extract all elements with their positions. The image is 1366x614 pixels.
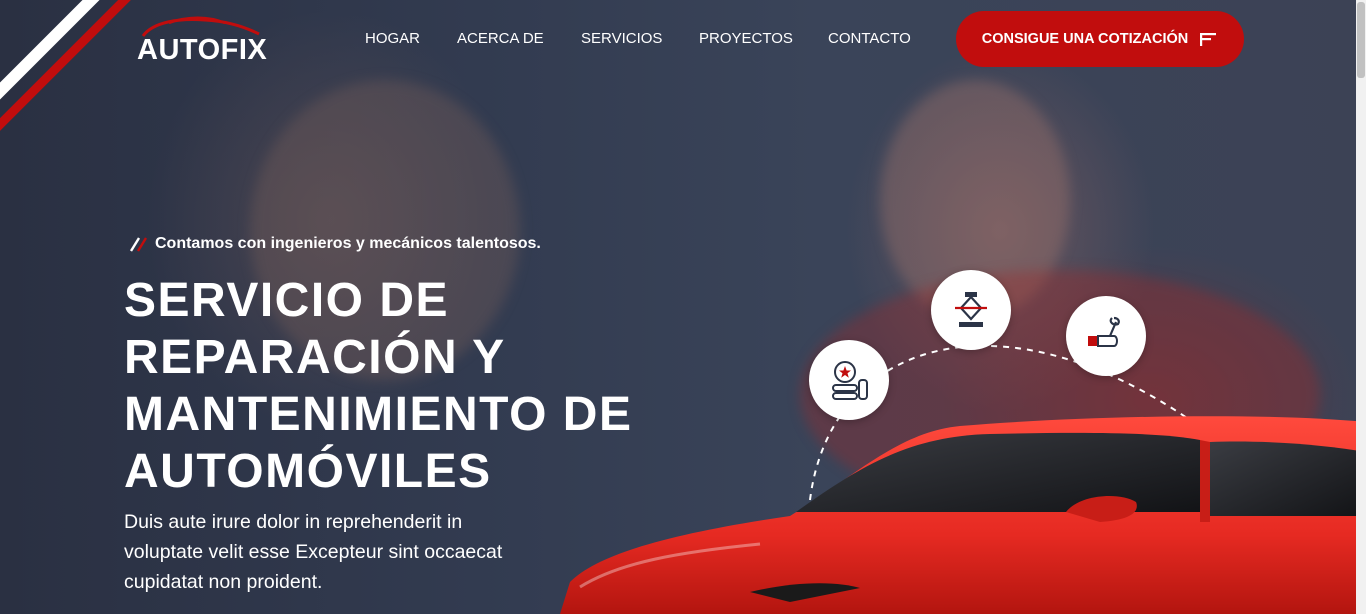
description-line-2: voluptate velit esse Excepteur sint occa…	[124, 541, 503, 563]
hero-section: AUTOFIX HOGAR ACERCA DE SERVICIOS PROYEC…	[0, 0, 1366, 614]
site-logo[interactable]: AUTOFIX	[137, 14, 267, 66]
nav-item-contacto[interactable]: CONTACTO	[828, 30, 911, 47]
get-quote-button[interactable]: CONSIGUE UNA COTIZACIÓN	[956, 11, 1244, 67]
headline-line-2: REPARACIÓN Y	[124, 331, 506, 384]
wrench-hand-icon[interactable]	[1066, 296, 1146, 376]
nav-item-hogar[interactable]: HOGAR	[365, 30, 420, 47]
hero-description: Duis aute irure dolor in reprehenderit i…	[124, 507, 544, 597]
nav-item-proyectos[interactable]: PROYECTOS	[699, 30, 793, 47]
nav-item-acerca-de[interactable]: ACERCA DE	[457, 30, 544, 47]
headline-line-1: SERVICIO DE	[124, 274, 450, 327]
hero-tagline: Contamos con ingenieros y mecánicos tale…	[129, 235, 541, 253]
scrollbar-thumb[interactable]	[1357, 2, 1365, 78]
description-line-1: Duis aute irure dolor in reprehenderit i…	[124, 511, 463, 533]
hero-tagline-text: Contamos con ingenieros y mecánicos tale…	[155, 235, 541, 252]
get-quote-label: CONSIGUE UNA COTIZACIÓN	[981, 31, 1189, 47]
brand-name: AUTOFIX	[137, 34, 268, 66]
tire-icon[interactable]	[809, 340, 889, 420]
menu-lines-icon	[1200, 33, 1217, 46]
car-jack-icon[interactable]	[931, 270, 1011, 350]
page-scrollbar[interactable]	[1356, 0, 1366, 614]
nav-item-servicios[interactable]: SERVICIOS	[581, 30, 662, 47]
double-slash-icon	[129, 237, 148, 252]
red-car-image	[560, 416, 1366, 614]
description-line-3: cupidatat non proident.	[124, 571, 323, 593]
